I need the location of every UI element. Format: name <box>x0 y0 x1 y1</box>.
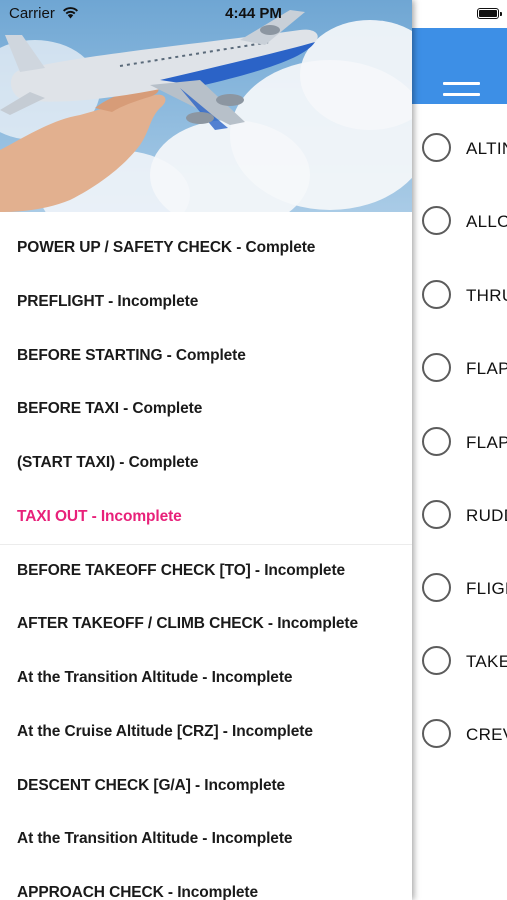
menu-item[interactable]: AFTER TAKEOFF / CLIMB CHECK - Incomplete <box>0 597 412 651</box>
menu-item-label: PREFLIGHT - Incomplete <box>17 293 199 310</box>
menu-item[interactable]: BEFORE TAXI - Complete <box>0 382 412 436</box>
checklist-item-label: RUDD <box>466 506 507 525</box>
checkbox-circle[interactable] <box>422 500 451 529</box>
menu-item[interactable]: BEFORE STARTING - Complete <box>0 329 412 383</box>
checklist-item[interactable]: ALLO <box>422 203 507 243</box>
checklist-item-label: FLAP <box>466 433 507 452</box>
checklist-item-label: ALTIN <box>466 139 507 158</box>
menu-item-label: BEFORE TAKEOFF CHECK [TO] - Incomplete <box>17 562 346 579</box>
side-drawer: Carrier POWER UP / SAFETY CHECK - Comple… <box>0 0 412 900</box>
checklist-item-label: FLIGH <box>466 579 507 598</box>
checklist-item-label: THRU <box>466 286 507 305</box>
menu-item-label: At the Transition Altitude - Incomplete <box>17 830 293 847</box>
checkbox-circle[interactable] <box>422 280 451 309</box>
drawer-header-image: Carrier <box>0 0 412 212</box>
checkbox-circle[interactable] <box>422 206 451 235</box>
checklist-item[interactable]: RUDD <box>422 497 507 537</box>
menu-item-label: BEFORE TAXI - Complete <box>17 400 203 417</box>
checklist-item[interactable]: ALTIN <box>422 130 507 170</box>
checklist-item-label: ALLO <box>466 212 507 231</box>
menu-item-label: TAXI OUT - Incomplete <box>17 508 182 525</box>
checklist-item[interactable]: CREV <box>422 716 507 756</box>
checkbox-circle[interactable] <box>422 353 451 382</box>
menu-item[interactable]: At the Cruise Altitude [CRZ] - Incomplet… <box>0 705 412 759</box>
menu-item-label: At the Cruise Altitude [CRZ] - Incomplet… <box>17 723 313 740</box>
checklist-item[interactable]: TAKE <box>422 643 507 683</box>
menu-item-label: DESCENT CHECK [G/A] - Incomplete <box>17 777 286 794</box>
menu-item[interactable]: DESCENT CHECK [G/A] - Incomplete <box>0 759 412 813</box>
checklist-item[interactable]: FLAP <box>422 350 507 390</box>
menu-item-label: (START TAXI) - Complete <box>17 454 199 471</box>
menu-item-label: AFTER TAKEOFF / CLIMB CHECK - Incomplete <box>17 615 359 632</box>
checkbox-circle[interactable] <box>422 573 451 602</box>
checklist-item-label: CREV <box>466 725 507 744</box>
menu-item-label: BEFORE STARTING - Complete <box>17 347 246 364</box>
menu-item[interactable]: POWER UP / SAFETY CHECK - Complete <box>0 221 412 275</box>
checkbox-circle[interactable] <box>422 427 451 456</box>
menu-item[interactable]: PREFLIGHT - Incomplete <box>0 275 412 329</box>
checkbox-circle[interactable] <box>422 719 451 748</box>
status-time: 4:44 PM <box>225 5 282 22</box>
checklist-item[interactable]: FLIGH <box>422 570 507 610</box>
menu-item-label: At the Transition Altitude - Incomplete <box>17 669 293 686</box>
menu-item[interactable]: (START TAXI) - Complete <box>0 436 412 490</box>
checkbox-circle[interactable] <box>422 646 451 675</box>
menu-item-label: POWER UP / SAFETY CHECK - Complete <box>17 239 316 256</box>
menu-item[interactable]: APPROACH CHECK - Incomplete <box>0 866 412 900</box>
menu-item-active[interactable]: TAXI OUT - Incomplete <box>0 490 412 545</box>
checkbox-circle[interactable] <box>422 133 451 162</box>
menu-item[interactable]: BEFORE TAKEOFF CHECK [TO] - Incomplete <box>0 544 412 598</box>
airplane-hand-image <box>0 10 318 212</box>
checklist-item[interactable]: FLAP <box>422 424 507 464</box>
hamburger-menu-icon[interactable] <box>443 80 480 108</box>
menu-item[interactable]: At the Transition Altitude - Incomplete <box>0 651 412 705</box>
checklist-item-label: TAKE <box>466 652 507 671</box>
menu-item[interactable]: At the Transition Altitude - Incomplete <box>0 812 412 866</box>
checklist-item[interactable]: THRU <box>422 277 507 317</box>
menu-item-label: APPROACH CHECK - Incomplete <box>17 884 259 900</box>
checklist-item-label: FLAP <box>466 359 507 378</box>
